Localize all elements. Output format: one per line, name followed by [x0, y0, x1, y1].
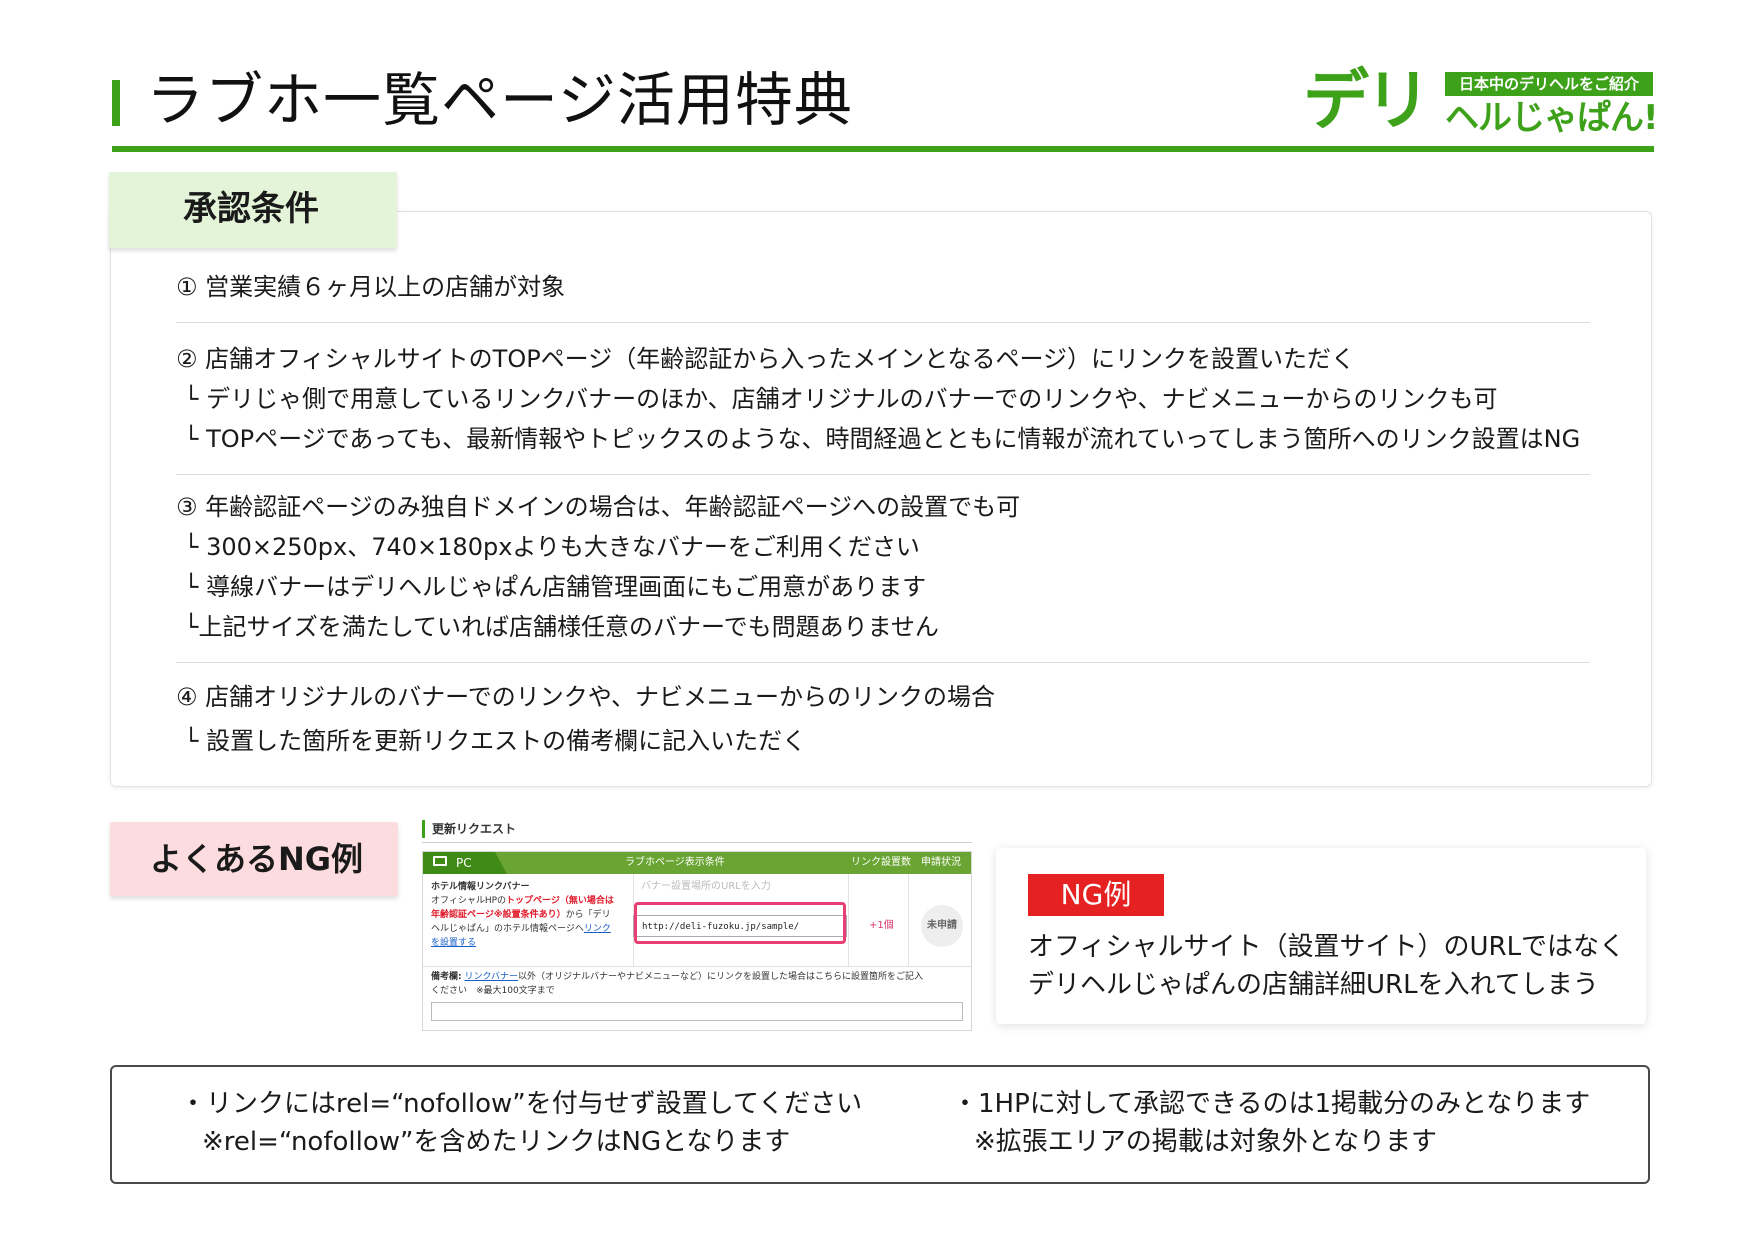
condition-1-line: ① 営業実績６ヶ月以上の店舗が対象 — [176, 273, 566, 301]
column-header-count: リンク設置数 — [851, 857, 911, 868]
memo-description: 備考欄: リンクバナー以外（オリジナルバナーやナビメニューなど）にリンクを設置し… — [431, 970, 923, 984]
url-input-label: バナー設置場所のURLを入力 — [641, 881, 771, 892]
note-left-2: ※rel=“nofollow”を含めたリンクはNGとなります — [202, 1127, 791, 1157]
memo-limit: ください ※最大100文字まで — [431, 986, 555, 996]
condition-2-line: ② 店舗オフィシャルサイトのTOPページ（年齢認証から入ったメインとなるページ）… — [176, 345, 1356, 373]
condition-4-sub-1: └ 設置した箇所を更新リクエストの備考欄に記入いただく — [184, 727, 807, 755]
banner-title: ホテル情報リンクバナー — [431, 882, 530, 892]
brand-logo: デリ 日本中のデリヘルをご紹介 ヘルじゃぱん! — [1303, 62, 1659, 142]
memo-link[interactable]: リンクバナー — [464, 972, 518, 982]
section-divider — [176, 322, 1590, 323]
banner-description: オフィシャルHPのトップページ（無い場合は — [431, 894, 614, 908]
condition-3-sub-2: └ 導線バナーはデリヘルじゃぱん店舗管理画面にもご用意があります — [184, 573, 927, 601]
url-highlight-box — [634, 902, 846, 944]
column-divider — [908, 874, 909, 966]
note-left-1: ・リンクにはrel=“nofollow”を付与せず設置してください — [180, 1089, 863, 1119]
banner-description: を設置する — [431, 936, 476, 950]
note-right-1: ・1HPに対して承認できるのは1掲載分のみとなります — [952, 1089, 1591, 1119]
memo-text: 以外（オリジナルバナーやナビメニューなど）にリンクを設置した場合はこちらに設置箇… — [518, 972, 924, 982]
link-text[interactable]: リンク — [584, 924, 611, 934]
screenshot-heading: 更新リクエスト — [432, 822, 517, 836]
page-title: ラブホ一覧ページ活用特典 — [146, 66, 853, 134]
condition-3-line: ③ 年齢認証ページのみ独自ドメインの場合は、年齢認証ページへの設置でも可 — [176, 493, 1021, 521]
section-divider — [176, 474, 1590, 475]
logo-sub-text: ヘルじゃぱん! — [1445, 98, 1659, 138]
ng-description-line-1: オフィシャルサイト（設置サイト）のURLではなく — [1028, 932, 1626, 962]
banner-desc-text: から「デリ — [565, 910, 611, 920]
condition-4-line: ④ 店舗オリジナルのバナーでのリンクや、ナビメニューからのリンクの場合 — [176, 683, 995, 711]
conditions-tab-label: 承認条件 — [183, 189, 319, 229]
ng-description-line-2: デリヘルじゃぱんの店舗詳細URLを入れてしまう — [1028, 970, 1599, 1000]
ng-example-card: NG例 オフィシャルサイト（設置サイト）のURLではなく デリヘルじゃぱんの店舗… — [996, 848, 1646, 1024]
memo-input[interactable] — [431, 1002, 963, 1021]
column-header-status: 申請状況 — [921, 857, 961, 868]
banner-description: 年齢認証ページ※設置条件あり）から「デリ — [431, 908, 611, 922]
note-right-2: ※拡張エリアの掲載は対象外となります — [974, 1127, 1438, 1157]
section-divider — [176, 662, 1590, 663]
condition-3-sub-1: └ 300×250px、740×180pxよりも大きなバナーをご利用ください — [184, 533, 920, 561]
condition-2-sub-2: └ TOPページであっても、最新情報やトピックスのような、時間経過とともに情報が… — [184, 425, 1581, 453]
ng-examples-tab-label: よくあるNG例 — [150, 840, 364, 878]
banner-description: ヘルじゃぱん」のホテル情報ページへリンク — [431, 922, 611, 936]
notes-box: ・リンクにはrel=“nofollow”を付与せず設置してください ※rel=“… — [110, 1065, 1650, 1184]
update-request-screenshot: 更新リクエスト PC ラブホページ表示条件 リンク設置数 申請状況 ホテル情報リ… — [422, 818, 972, 1031]
banner-desc-text: オフィシャルHPの — [431, 896, 507, 906]
column-header-condition: ラブホページ表示条件 — [625, 857, 725, 868]
screenshot-heading-divider — [422, 842, 972, 843]
title-divider — [112, 146, 1654, 152]
memo-label: 備考欄: — [431, 972, 462, 982]
link-count: +1個 — [869, 920, 894, 931]
title-accent-bar — [112, 80, 120, 126]
table-header: PC ラブホページ表示条件 リンク設置数 申請状況 — [423, 852, 971, 874]
link-text[interactable]: を設置する — [431, 938, 476, 948]
logo-tagline: 日本中のデリヘルをご紹介 — [1445, 72, 1653, 96]
ng-examples-tab: よくあるNG例 — [110, 822, 398, 896]
status-badge: 未申請 — [921, 905, 963, 947]
screenshot-heading-bar — [422, 820, 425, 838]
condition-3-sub-3: └上記サイズを満たしていれば店舗様任意のバナーでも問題ありません — [184, 613, 939, 641]
banner-desc-emphasis: トップページ（無い場合は — [506, 896, 614, 906]
pc-header-cell: PC — [423, 852, 507, 874]
monitor-icon — [433, 856, 447, 866]
banner-desc-text: ヘルじゃぱん」のホテル情報ページへ — [431, 924, 584, 934]
conditions-tab: 承認条件 — [109, 172, 397, 248]
logo-big-text: デリ — [1303, 62, 1431, 139]
banner-desc-emphasis: 年齢認証ページ※設置条件あり） — [431, 910, 566, 920]
ng-badge: NG例 — [1028, 874, 1164, 916]
pc-label: PC — [456, 856, 472, 870]
condition-2-sub-1: └ デリじゃ側で用意しているリンクバナーのほか、店舗オリジナルのバナーでのリンク… — [184, 385, 1498, 413]
column-divider — [848, 874, 849, 966]
row-divider — [423, 966, 971, 967]
